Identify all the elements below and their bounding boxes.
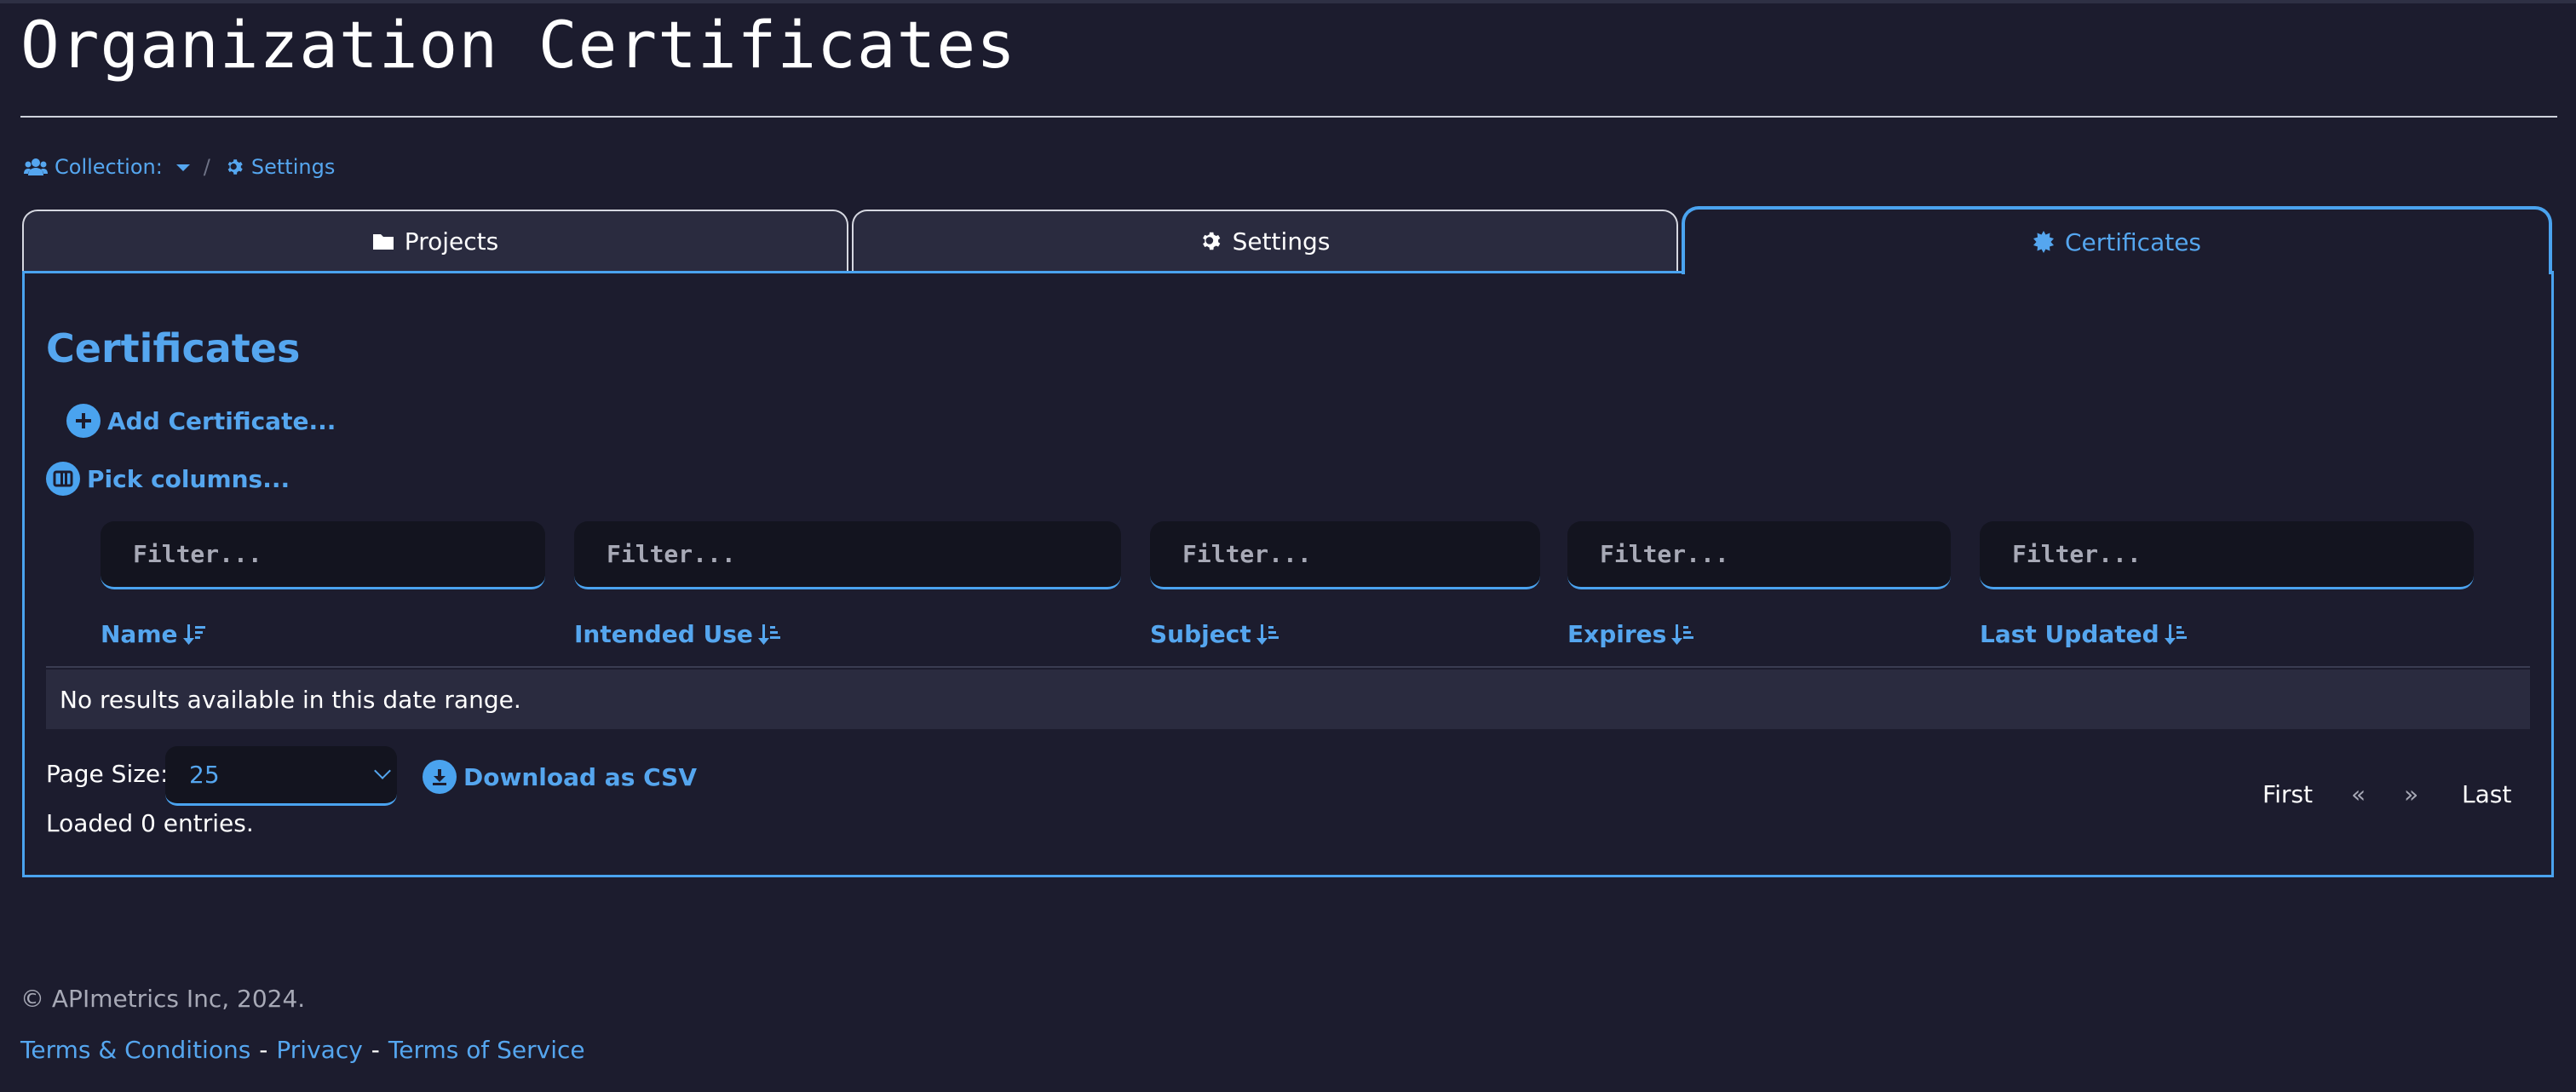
sort-ascending-icon: [1671, 624, 1694, 645]
column-header-subject[interactable]: Subject: [1150, 620, 1280, 648]
loaded-count: Loaded 0 entries.: [46, 809, 254, 837]
gear-icon: [1202, 232, 1220, 250]
terms-conditions-link[interactable]: Terms & Conditions: [20, 1036, 250, 1064]
sort-ascending-icon: [1256, 624, 1279, 645]
sort-ascending-icon: [2164, 624, 2187, 645]
empty-message: No results available in this date range.: [60, 685, 521, 714]
footer-links: Terms & Conditions - Privacy - Terms of …: [20, 1036, 585, 1064]
table-empty-row: No results available in this date range.: [46, 670, 2530, 729]
tab-projects-label: Projects: [404, 227, 499, 256]
tab-settings[interactable]: Settings: [852, 210, 1678, 271]
column-header-last-updated[interactable]: Last Updated: [1980, 620, 2188, 648]
pagination-last[interactable]: Last: [2462, 780, 2511, 808]
chevron-down-icon: [374, 762, 391, 779]
download-icon: [423, 760, 457, 794]
column-header-expires[interactable]: Expires: [1567, 620, 1695, 648]
users-icon: [24, 158, 48, 175]
certificate-icon: [2033, 231, 2054, 253]
breadcrumb-settings-link[interactable]: Settings: [226, 155, 335, 179]
column-header-label: Name: [101, 620, 178, 648]
plus-circle-icon: [66, 404, 101, 438]
page-size-select[interactable]: 25: [165, 746, 397, 806]
tab-settings-label: Settings: [1232, 227, 1331, 256]
breadcrumb-settings-label: Settings: [250, 155, 336, 179]
column-header-name[interactable]: Name: [101, 620, 207, 648]
footer-separator: -: [371, 1036, 380, 1064]
pagination-first[interactable]: First: [2263, 780, 2313, 808]
column-header-label: Intended Use: [574, 620, 753, 648]
intended-use-filter-input[interactable]: [574, 521, 1121, 589]
chevron-down-icon: [175, 164, 190, 171]
title-divider: [20, 116, 2557, 118]
expires-filter-input[interactable]: [1567, 521, 1951, 589]
pick-columns-button[interactable]: Pick columns...: [46, 462, 290, 496]
tab-certificates-label: Certificates: [2064, 227, 2202, 256]
terms-of-service-link[interactable]: Terms of Service: [388, 1036, 585, 1064]
page-size-label: Page Size:: [46, 760, 169, 788]
subject-filter-input[interactable]: [1150, 521, 1540, 589]
collection-dropdown[interactable]: Collection:: [24, 155, 190, 179]
breadcrumb: Collection: / Settings: [24, 153, 335, 181]
download-csv-label: Download as CSV: [463, 762, 698, 791]
privacy-link[interactable]: Privacy: [276, 1036, 362, 1064]
top-border: [0, 0, 2576, 3]
table-header-divider: [46, 666, 2530, 668]
columns-icon: [46, 462, 80, 496]
tab-certificates[interactable]: Certificates: [1682, 206, 2552, 274]
sort-ascending-icon: [757, 624, 780, 645]
pagination-previous[interactable]: «: [2351, 780, 2366, 808]
name-filter-input[interactable]: [101, 521, 545, 589]
folder-icon: [372, 234, 394, 250]
download-csv-button[interactable]: Download as CSV: [423, 760, 697, 794]
column-header-intended-use[interactable]: Intended Use: [574, 620, 782, 648]
last-updated-filter-input[interactable]: [1980, 521, 2474, 589]
footer-separator: -: [259, 1036, 268, 1064]
page-size-value: 25: [189, 761, 220, 789]
column-header-label: Last Updated: [1980, 620, 2159, 648]
collection-label: Collection:: [55, 155, 163, 179]
copyright: © APImetrics Inc, 2024.: [20, 985, 306, 1013]
tab-projects[interactable]: Projects: [22, 210, 848, 271]
pick-columns-label: Pick columns...: [87, 464, 290, 493]
add-certificate-button[interactable]: Add Certificate...: [66, 404, 336, 438]
pagination-next[interactable]: »: [2404, 780, 2418, 808]
page-title: Organization Certificates: [20, 7, 1016, 83]
column-header-label: Expires: [1567, 620, 1667, 648]
breadcrumb-separator: /: [203, 155, 210, 179]
gear-icon: [227, 159, 243, 175]
section-title: Certificates: [46, 325, 301, 371]
add-certificate-label: Add Certificate...: [107, 406, 336, 435]
sort-descending-icon: [182, 624, 205, 645]
column-header-label: Subject: [1150, 620, 1251, 648]
